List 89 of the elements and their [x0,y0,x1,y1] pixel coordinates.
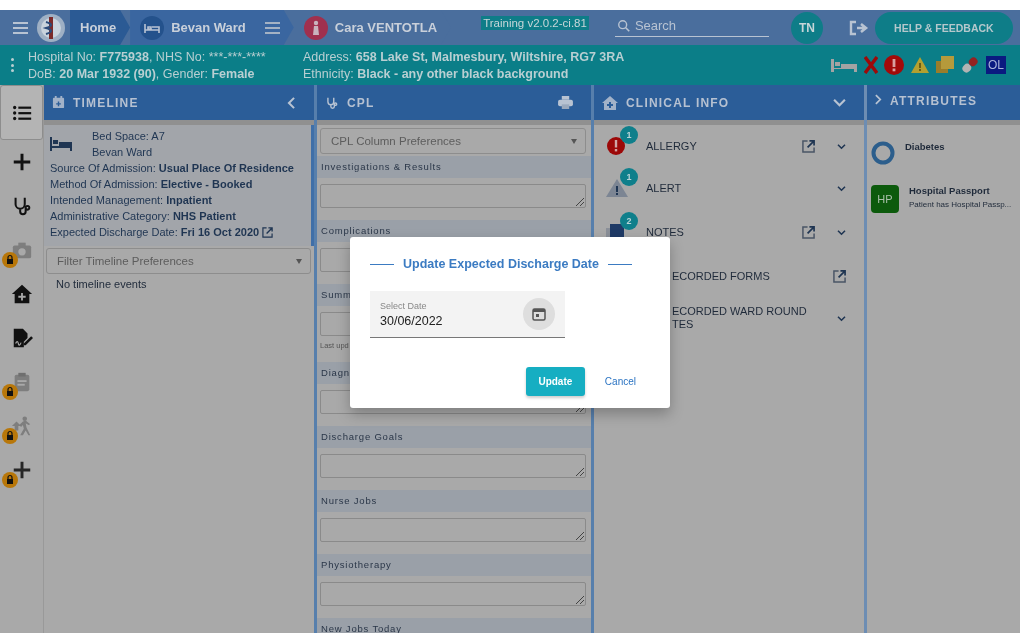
logout-icon[interactable] [848,19,869,36]
column-dropdown[interactable]: CPL Column Preferences [320,128,586,154]
attribute-detail: Patient has Hospital Passp... [909,200,1012,209]
caret-icon [571,138,577,144]
edit-icon[interactable] [262,226,274,238]
patient-info: Ethnicity: Black - any other black background [303,66,570,81]
external-link-icon[interactable] [802,139,815,153]
bed-space: Bed Space: A7 [92,129,165,143]
warning-icon [606,179,628,197]
patient-info: Hospital No: F775938, NHS No: ***-***-**** [28,49,267,64]
house-icon [10,283,33,305]
printer-icon[interactable] [558,96,573,109]
item-label: ALLERGY [646,139,698,153]
panel-title: TIMELINE [73,95,139,110]
menu-icon[interactable] [13,20,28,35]
item-label: ECORDED WARD ROUND TES [672,305,808,331]
chevron-right-icon[interactable] [875,94,882,105]
pill-icon[interactable] [960,55,980,75]
breadcrumb[interactable]: Home [70,10,131,45]
caret-icon [296,258,302,264]
ward-name: Bevan Ward [92,145,154,159]
section-label: Nurse Jobs [317,490,591,512]
exclamation-icon[interactable] [884,55,904,75]
clinical-item[interactable]: 1 ALERT [606,167,854,209]
lock-icon [2,428,18,444]
panel-title: CLINICAL INFO [626,95,730,110]
menu-icon[interactable] [264,20,280,35]
lock-icon [2,252,18,268]
count-badge: 1 [620,168,638,186]
runner-icon [10,415,33,437]
item-label: NOTES [646,225,685,239]
clinical-item[interactable]: 1 ALLERGY [606,125,854,167]
count-badge: 2 [620,212,638,230]
admission-detail: Method Of Admission: Elective - Booked [50,177,253,192]
panel-title: CPL [347,95,375,110]
clinical-item[interactable]: ECORDED FORMS [606,255,854,297]
chevron-down-icon[interactable] [837,142,846,150]
search-field[interactable]: Search [634,18,755,33]
stethoscope-icon [325,95,339,110]
chevron-down-icon[interactable] [837,184,846,192]
chevron-down-icon[interactable] [837,228,846,236]
lock-icon [2,384,18,400]
attribute-name: Diabetes [905,141,945,152]
filter-dropdown[interactable]: Filter Timeline Preferences [46,248,311,274]
admission-detail: Administrative Category: NHS Patient [50,209,236,224]
empty-message: No timeline events [55,277,148,292]
help-feedback-button[interactable]: HELP & FEEDBACK [874,11,1013,44]
breadcrumb[interactable]: Bevan Ward [130,10,294,45]
admission-detail: Expected Discharge Date: Fri 16 Oct 2020 [50,225,260,240]
bed-icon [50,137,72,151]
nav-item[interactable] [0,85,43,140]
calendar-icon [52,96,65,109]
collapse-icon[interactable] [287,96,296,109]
patient-info: DoB: 20 Mar 1932 (90), Gender: Female [28,66,256,81]
calendar-button[interactable] [523,298,555,330]
calendar-icon [532,307,546,321]
search-icon [616,18,631,33]
warning-icon[interactable] [910,56,930,74]
exclamation-icon [606,136,626,156]
bed-icon [140,15,165,40]
section-label: Investigations & Results [317,156,591,178]
external-link-icon[interactable] [833,269,846,283]
attribute-name: Hospital Passport [909,185,991,196]
section-label: Physiotherapy [317,554,591,576]
section-label: Discharge Goals [317,426,591,448]
external-link-icon[interactable] [802,225,815,239]
panel-title: ATTRIBUTES [890,94,978,108]
attribute-badge: HP [871,185,899,213]
admission-detail: Source Of Admission: Usual Place Of Residence [50,161,294,176]
dialog-title: Update Expected Discharge Date [403,257,599,271]
build-tag: Training v2.0.2-ci.81 [481,16,589,30]
ring-icon [871,141,895,165]
item-label: ECORDED FORMS [672,269,771,283]
caduceus-logo[interactable] [36,12,66,43]
cancel-button[interactable]: Cancel [598,367,642,396]
item-label: ALERT [646,181,683,195]
clinical-item[interactable]: ECORDED WARD ROUND TES [606,297,854,339]
person-icon [303,15,328,40]
chevron-down-icon[interactable] [837,314,846,322]
user-avatar[interactable]: TN [790,11,823,44]
house-icon [602,95,618,110]
update-button[interactable]: Update [525,367,585,396]
more-icon[interactable] [11,58,14,72]
flag-badge[interactable]: OL [986,56,1006,74]
lock-icon [2,472,18,488]
patient-info: Address: 658 Lake St, Malmesbury, Wiltshire, RG7 3RA [303,49,626,64]
date-field[interactable]: Select Date 30/06/2022 [370,291,565,338]
count-badge: 1 [620,126,638,144]
admission-detail: Intended Management: Inpatient [50,193,213,208]
